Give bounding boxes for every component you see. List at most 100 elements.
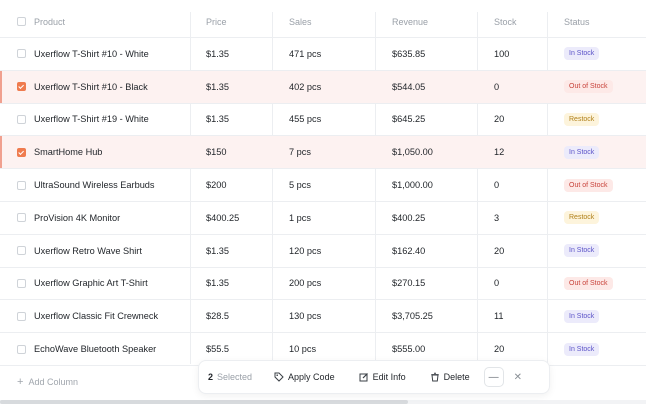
bulk-action-bar: 2 Selected Apply Code Edit Info Delete —… [198,360,550,394]
sales-cell: 200 pcs [289,278,322,289]
status-cell: Out of Stock [564,268,613,300]
status-cell: In Stock [564,38,600,70]
row-select-cell[interactable] [17,235,26,267]
revenue-cell: $162.40 [392,245,426,256]
product-cell: Uxerflow T-Shirt #10 - White [34,48,149,59]
row-checkbox[interactable] [17,213,26,223]
status-cell: Restock [564,104,600,136]
column-header-revenue[interactable]: Revenue [392,6,428,37]
price-cell: $400.25 [206,212,240,223]
select-all-checkbox[interactable] [17,17,26,26]
row-select-cell[interactable] [17,136,26,168]
sales-cell: 455 pcs [289,114,322,125]
stock-cell: 0 [494,278,500,289]
selected-count: 2 [208,372,214,382]
table-row[interactable]: Uxerflow T-Shirt #10 - Black $1.35 402 pcs… [0,70,646,104]
status-badge: In Stock [564,145,600,159]
sales-cell: 5 pcs [289,180,311,191]
price-cell: $28.5 [206,311,229,322]
sales-cell: 402 pcs [289,81,322,92]
plus-icon: + [17,376,24,388]
apply-code-label: Apply Code [288,372,335,382]
product-cell: Uxerflow Graphic Art T-Shirt [34,278,148,289]
revenue-cell: $645.25 [392,114,426,125]
price-cell: $150 [206,147,227,158]
row-select-cell[interactable] [17,71,26,103]
apply-code-button[interactable]: Apply Code [266,366,343,388]
sales-cell: 1 pcs [289,212,311,223]
column-header-price[interactable]: Price [206,6,227,37]
scrollbar-thumb[interactable] [0,400,408,404]
revenue-cell: $3,705.25 [392,311,433,322]
row-checkbox[interactable] [17,180,26,190]
row-select-cell[interactable] [17,202,26,234]
table-row[interactable]: Uxerflow Graphic Art T-Shirt $1.35 200 pcs… [0,268,646,301]
row-checkbox[interactable] [17,344,26,354]
table-row[interactable]: Uxerflow T-Shirt #19 - White $1.35 455 pcs… [0,104,646,137]
product-cell: Uxerflow T-Shirt #10 - Black [34,81,148,92]
row-checkbox[interactable] [17,246,26,256]
delete-label: Delete [443,372,470,382]
column-header-status[interactable]: Status [564,6,590,37]
row-checkbox[interactable] [17,114,26,124]
status-badge: In Stock [564,309,600,323]
price-cell: $1.35 [206,114,229,125]
stock-cell: 100 [494,48,510,59]
trash-icon [430,372,440,382]
delete-button[interactable]: Delete [422,366,478,388]
column-header-stock[interactable]: Stock [494,6,517,37]
column-header-product[interactable]: Product [34,6,65,37]
product-table: Product Price Sales Revenue Stock Status… [0,6,646,366]
horizontal-scrollbar[interactable] [0,400,646,404]
row-checkbox[interactable] [17,147,26,157]
edit-info-label: Edit Info [372,372,406,382]
add-column-label: Add Column [28,377,78,387]
table-row[interactable]: Uxerflow T-Shirt #10 - White $1.35 471 pcs… [0,38,646,71]
column-header-sales[interactable]: Sales [289,6,312,37]
row-select-cell[interactable] [17,104,26,136]
tag-icon [274,372,284,382]
status-cell: Out of Stock [564,169,613,201]
row-select-cell[interactable] [17,169,26,201]
stock-cell: 0 [494,180,500,191]
status-badge: Restock [564,211,600,225]
status-cell: In Stock [564,235,600,267]
row-select-cell[interactable] [17,38,26,70]
price-cell: $1.35 [206,245,229,256]
table-row[interactable]: ProVision 4K Monitor $400.25 1 pcs $400.25 3… [0,202,646,235]
row-checkbox[interactable] [17,82,26,92]
table-header: Product Price Sales Revenue Stock Status [0,6,646,38]
row-checkbox[interactable] [17,311,26,321]
sales-cell: 471 pcs [289,48,322,59]
status-cell: In Stock [564,333,600,365]
table-row[interactable]: UltraSound Wireless Earbuds $200 5 pcs $1,0… [0,169,646,202]
edit-icon [359,372,369,382]
close-icon[interactable]: ✕ [514,372,522,383]
status-badge: In Stock [564,342,600,356]
product-cell: SmartHome Hub [34,147,103,158]
more-icon[interactable]: — [483,367,504,387]
status-badge: Out of Stock [564,178,613,192]
status-cell: In Stock [564,136,600,168]
row-checkbox[interactable] [17,278,26,288]
revenue-cell: $400.25 [392,212,426,223]
row-checkbox[interactable] [17,49,26,59]
add-column-button[interactable]: + Add Column [17,376,78,388]
product-cell: Uxerflow Retro Wave Shirt [34,245,142,256]
row-select-cell[interactable] [17,268,26,300]
select-all-cell[interactable] [17,6,26,37]
status-badge: Restock [564,112,600,126]
edit-info-button[interactable]: Edit Info [351,366,414,388]
row-select-cell[interactable] [17,333,26,365]
stock-cell: 20 [494,114,505,125]
table-row[interactable]: Uxerflow Classic Fit Crewneck $28.5 130 pc… [0,300,646,334]
price-cell: $1.35 [206,278,229,289]
status-badge: In Stock [564,47,600,61]
product-cell: UltraSound Wireless Earbuds [34,180,155,191]
table-row[interactable]: SmartHome Hub $150 7 pcs $1,050.00 12 In Stoc… [0,136,646,170]
status-cell: In Stock [564,300,600,332]
table-row[interactable]: Uxerflow Retro Wave Shirt $1.35 120 pcs $16… [0,235,646,268]
status-cell: Restock [564,202,600,234]
product-cell: ProVision 4K Monitor [34,212,121,223]
row-select-cell[interactable] [17,300,26,332]
